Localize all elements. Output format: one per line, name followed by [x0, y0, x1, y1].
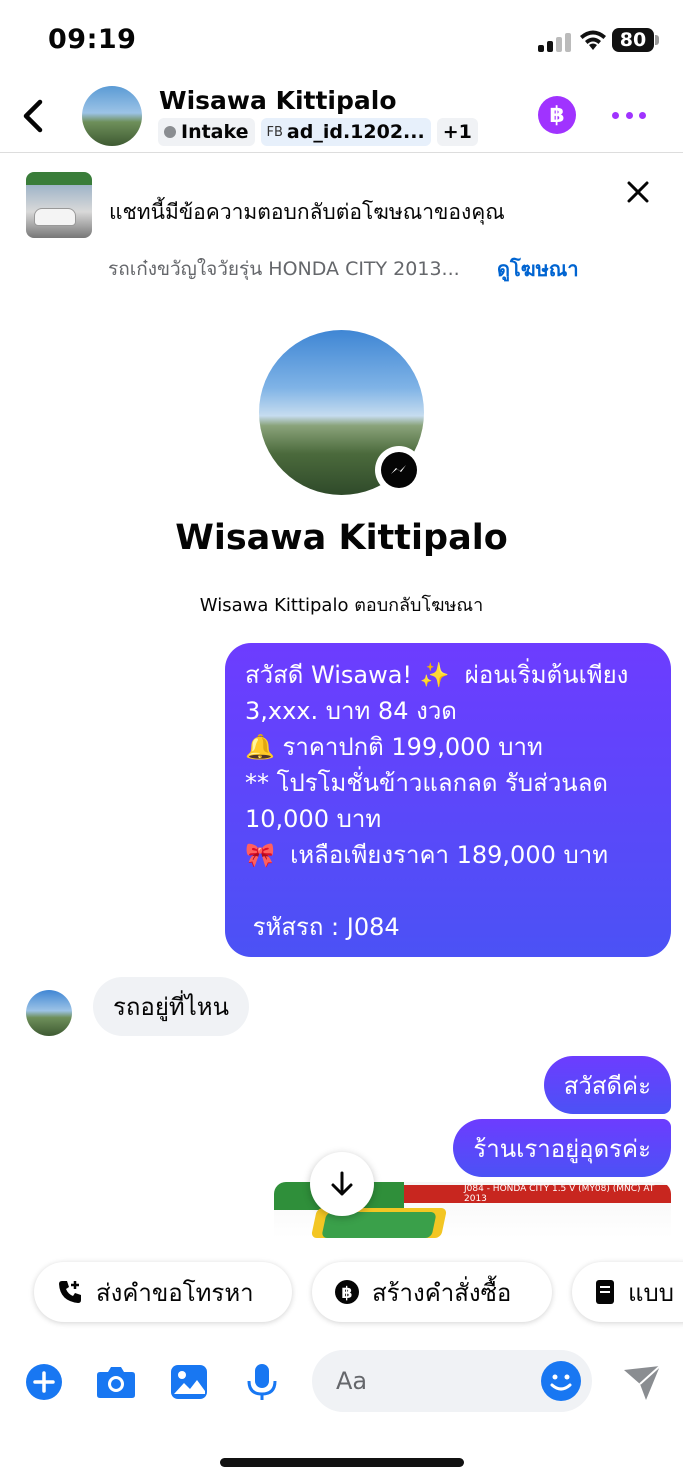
phone-plus-icon — [56, 1278, 84, 1306]
header-avatar[interactable] — [82, 86, 142, 146]
status-time: 09:19 — [48, 24, 137, 55]
label-chip-ad-id[interactable]: FB ad_id.1202... — [260, 118, 431, 146]
message-line: ** โปรโมชั่นข้าวแลกลด รับส่วนลด — [245, 769, 608, 797]
home-indicator — [220, 1458, 464, 1467]
send-icon[interactable] — [620, 1360, 664, 1404]
create-order-label: สร้างคำสั่งซื้อ — [372, 1278, 512, 1307]
request-call-label: ส่งคำขอโทรหา — [96, 1278, 254, 1307]
sender-avatar[interactable] — [26, 990, 72, 1036]
ad-banner-subtitle: รถเก๋งขวัญใจวัยรุ่น HONDA CITY 2013... — [108, 258, 460, 280]
header-contact-name[interactable]: Wisawa Kittipalo — [159, 86, 397, 115]
ad-thumbnail[interactable] — [26, 172, 92, 238]
scroll-to-bottom-button[interactable] — [310, 1152, 374, 1216]
create-order-button[interactable]: ฿ สร้างคำสั่งซื้อ — [312, 1262, 552, 1322]
battery-nub — [655, 35, 659, 45]
messenger-icon — [381, 452, 417, 488]
profile-subtitle: Wisawa Kittipalo ตอบกลับโฆษณา — [199, 595, 484, 616]
image-caption: J084 - HONDA CITY 1.5 V (MY08) (MNC) AT … — [404, 1184, 671, 1204]
wifi-icon — [578, 28, 608, 52]
more-options-icon[interactable] — [612, 112, 646, 120]
svg-text:฿: ฿ — [341, 1283, 352, 1302]
battery-icon: 80 — [612, 28, 654, 52]
label-chip-intake[interactable]: Intake — [158, 118, 255, 146]
message-line: 🎀 เหลือเพียงราคา 189,000 บาท — [245, 841, 609, 869]
label-intake-text: Intake — [181, 121, 249, 143]
status-dot-icon — [164, 126, 176, 138]
message-line: 🔔 ราคาปกติ 199,000 บาท — [245, 733, 543, 761]
outgoing-message-greeting[interactable]: สวัสดีค่ะ — [543, 1056, 671, 1114]
label-ad-text: ad_id.1202... — [286, 121, 425, 143]
add-icon[interactable] — [24, 1362, 64, 1402]
form-label: แบบ — [628, 1278, 674, 1307]
incoming-message[interactable]: รถอยู่ที่ไหน — [93, 977, 250, 1036]
message-line — [245, 873, 651, 909]
message-line: รหัสรถ : J084 — [245, 913, 400, 941]
document-icon — [594, 1279, 616, 1305]
profile-name: Wisawa Kittipalo — [175, 518, 508, 558]
request-call-button[interactable]: ส่งคำขอโทรหา — [34, 1262, 292, 1322]
close-icon[interactable] — [624, 178, 652, 206]
gallery-icon[interactable] — [169, 1362, 209, 1402]
emoji-icon[interactable] — [541, 1361, 581, 1401]
outgoing-message-promo[interactable]: สวัสดี Wisawa! ✨ ผ่อนเริ่มต้นเพียง 3,xxx… — [225, 643, 671, 957]
microphone-icon[interactable] — [242, 1362, 282, 1402]
messenger-badge — [375, 446, 423, 494]
header-divider — [0, 152, 683, 153]
camera-icon[interactable] — [96, 1362, 136, 1402]
baht-icon: ฿ — [334, 1279, 360, 1305]
view-ad-link[interactable]: ดูโฆษณา — [497, 253, 579, 285]
baht-payment-button[interactable]: ฿ — [538, 96, 576, 134]
form-button[interactable]: แบบ — [572, 1262, 683, 1322]
arrow-down-icon — [331, 1171, 353, 1196]
message-line: 3,xxx. บาท 84 งวด — [245, 697, 457, 725]
ad-banner-title: แชทนี้มีข้อความตอบกลับต่อโฆษณาของคุณ — [109, 200, 505, 224]
signal-icon — [538, 32, 572, 52]
label-chip-more[interactable]: +1 — [436, 118, 478, 146]
contact-labels: Intake FB ad_id.1202... +1 — [158, 118, 478, 146]
message-line: 10,000 บาท — [245, 805, 382, 833]
message-line: สวัสดี Wisawa! ✨ ผ่อนเริ่มต้นเพียง — [245, 661, 629, 689]
back-button[interactable] — [16, 96, 52, 136]
label-ad-prefix: FB — [266, 124, 283, 140]
outgoing-message-location[interactable]: ร้านเราอยู่อุดรค่ะ — [453, 1119, 671, 1177]
